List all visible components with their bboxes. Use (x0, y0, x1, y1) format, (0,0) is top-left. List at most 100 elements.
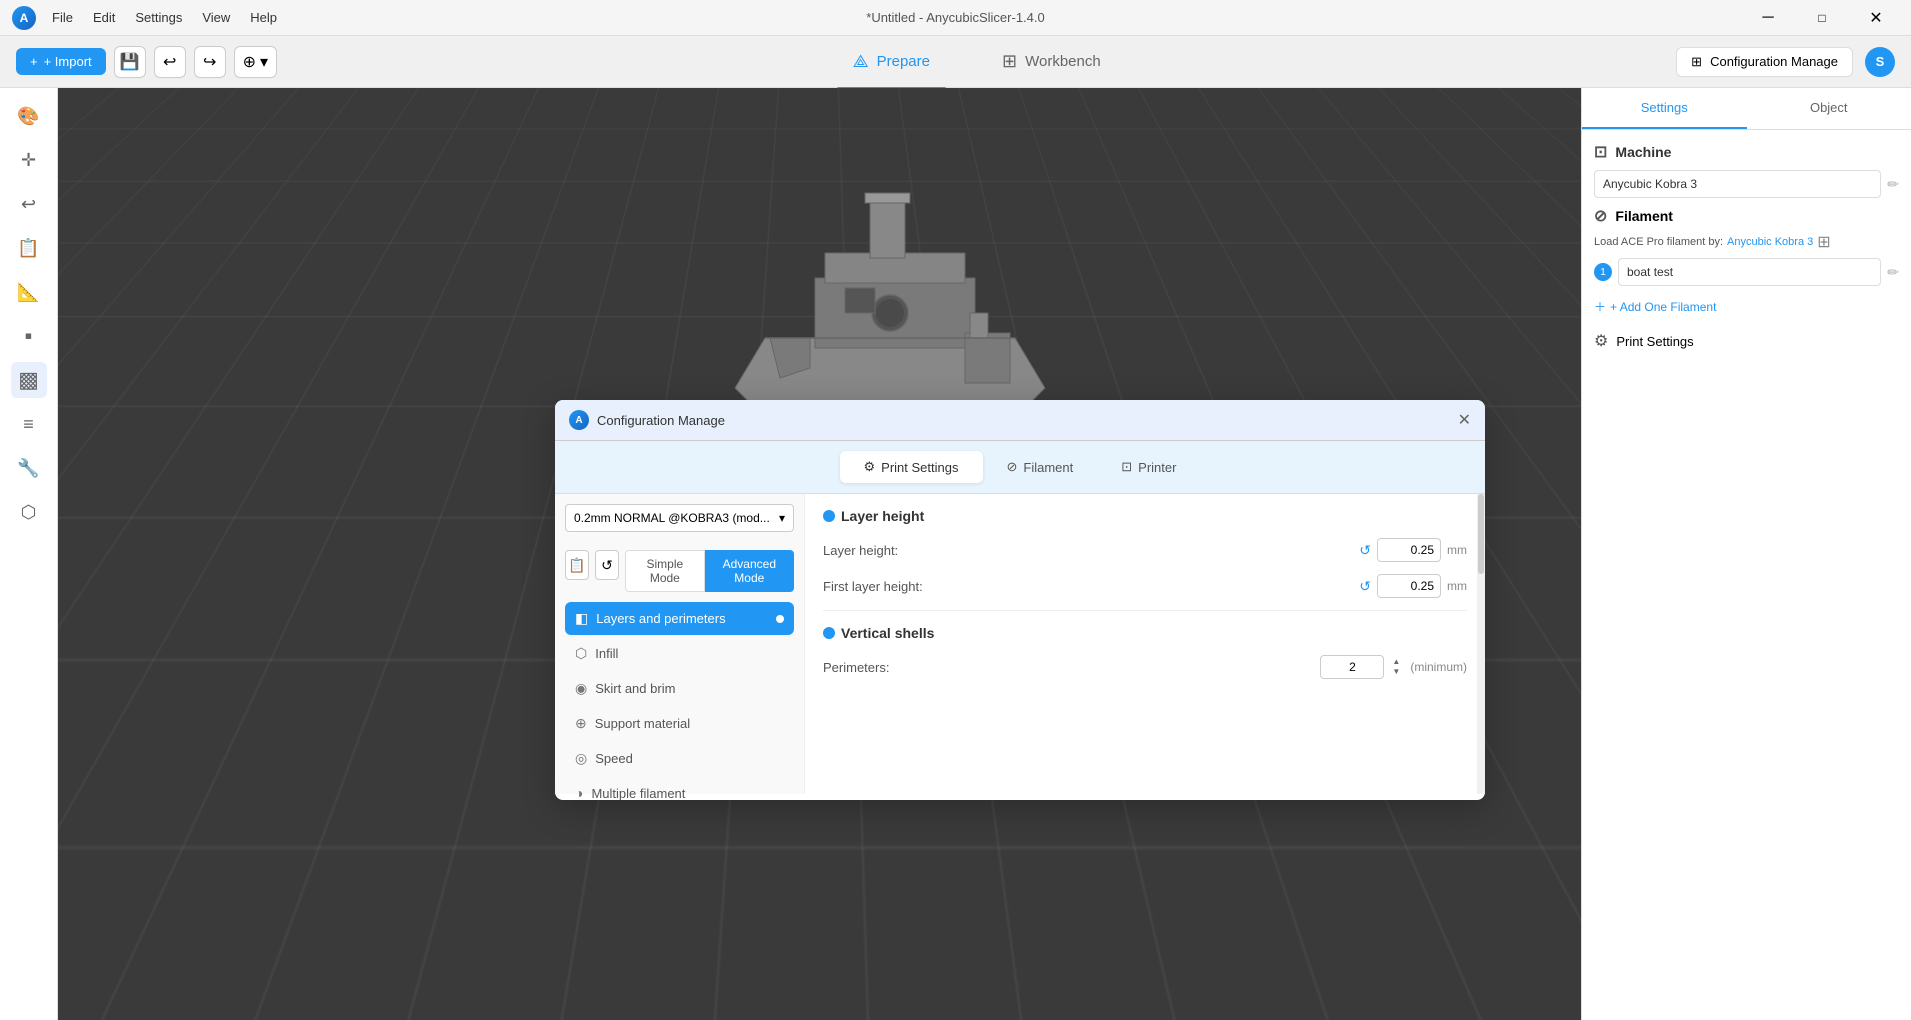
orientation-button[interactable]: ⊕ ▾ (234, 46, 277, 78)
save-button[interactable]: 💾 (114, 46, 146, 78)
filament-dropdown[interactable]: boat test (1618, 258, 1881, 286)
sidebar-move-icon[interactable]: ✛ (11, 142, 47, 178)
tab-object[interactable]: Object (1747, 88, 1911, 129)
layer-height-row: Layer height: ↺ mm (823, 538, 1467, 562)
import-button[interactable]: + + Import (16, 48, 106, 75)
import-label: + Import (44, 54, 92, 69)
tab-settings[interactable]: Settings (1582, 88, 1747, 129)
skirt-menu-label: Skirt and brim (595, 681, 675, 696)
orientation-dropdown-arrow: ▾ (260, 52, 268, 72)
menu-item-multifilament[interactable]: ◑ Multiple filament (565, 777, 794, 800)
printer-tab-label: Printer (1138, 460, 1176, 475)
ams-icon: ⊞ (1817, 232, 1830, 252)
workbench-icon: ⊞ (1002, 51, 1017, 72)
plus-icon: + (30, 54, 38, 69)
modal-tab-printer[interactable]: ⊡ Printer (1097, 451, 1200, 483)
menu-settings[interactable]: Settings (135, 10, 182, 25)
settings-menu: ◧ Layers and perimeters ⬡ Infill ◉ Skirt… (565, 602, 794, 800)
filament-label: Filament (1615, 208, 1673, 224)
modal-body: 0.2mm NORMAL @KOBRA3 (mod... ▾ 📋 ↺ Simpl… (555, 494, 1485, 794)
modal-tab-filament[interactable]: ⊘ Filament (983, 451, 1098, 483)
simple-mode-button[interactable]: Simple Mode (625, 550, 705, 592)
vertical-shells-title-label: Vertical shells (841, 625, 934, 641)
sidebar-hex-icon[interactable]: ⬡ (11, 494, 47, 530)
minimize-button[interactable]: ─ (1745, 4, 1791, 32)
section-dot-icon (823, 510, 835, 522)
maximize-button[interactable]: □ (1799, 4, 1845, 32)
perimeters-input[interactable] (1320, 655, 1384, 679)
modal-tab-print[interactable]: ⚙ Print Settings (840, 451, 983, 483)
close-button[interactable]: ✕ (1853, 4, 1899, 32)
titlebar: A File Edit Settings View Help *Untitled… (0, 0, 1911, 36)
sidebar-box-icon[interactable]: ▪ (11, 318, 47, 354)
plus-icon: ＋ (1594, 298, 1606, 315)
orientation-icon: ⊕ (243, 52, 256, 72)
refresh-profile-button[interactable]: ↺ (595, 550, 619, 580)
first-layer-height-input[interactable] (1377, 574, 1441, 598)
sidebar-paint-icon[interactable]: 🎨 (11, 98, 47, 134)
multifilament-icon: ◑ (575, 785, 583, 800)
multifilament-menu-label: Multiple filament (591, 786, 685, 801)
machine-edit-icon[interactable]: ✏ (1887, 176, 1899, 193)
tab-prepare[interactable]: ⟁ Prepare (837, 43, 946, 80)
print-settings-label: Print Settings (1616, 334, 1693, 349)
filament-ace-link[interactable]: Anycubic Kobra 3 (1727, 236, 1813, 248)
speed-menu-label: Speed (595, 751, 633, 766)
vertical-shells-section-title: Vertical shells (823, 625, 1467, 641)
configuration-modal: A Configuration Manage ✕ ⚙ Print Setting… (555, 400, 1485, 800)
menu-item-speed[interactable]: ◎ Speed (565, 742, 794, 775)
layer-height-title-label: Layer height (841, 508, 924, 524)
main-toolbar: + + Import 💾 ↩ ↪ ⊕ ▾ ⟁ Prepare ⊞ Workben… (0, 36, 1911, 88)
menu-bar: File Edit Settings View Help (52, 10, 277, 25)
menu-edit[interactable]: Edit (93, 10, 115, 25)
titlebar-left: A File Edit Settings View Help (12, 6, 277, 30)
menu-item-support[interactable]: ⊕ Support material (565, 707, 794, 740)
machine-dropdown[interactable]: Anycubic Kobra 3 (1594, 170, 1881, 198)
menu-item-layers[interactable]: ◧ Layers and perimeters (565, 602, 794, 635)
layer-height-unit: mm (1447, 543, 1467, 557)
sidebar-rotate-icon[interactable]: ↩ (11, 186, 47, 222)
sidebar-copy-icon[interactable]: 📋 (11, 230, 47, 266)
sidebar-scale-icon[interactable]: 📐 (11, 274, 47, 310)
modal-close-button[interactable]: ✕ (1458, 410, 1471, 430)
layer-height-reset-icon[interactable]: ↺ (1359, 542, 1371, 559)
perimeters-stepper[interactable]: ▲ ▼ (1392, 657, 1400, 676)
menu-help[interactable]: Help (250, 10, 277, 25)
stepper-up[interactable]: ▲ (1392, 657, 1400, 667)
section-dot-icon-2 (823, 627, 835, 639)
left-sidebar: 🎨 ✛ ↩ 📋 📐 ▪ ▩ ≡ 🔧 ⬡ (0, 88, 58, 1020)
configuration-manage-button[interactable]: ⊞ Configuration Manage (1676, 47, 1853, 77)
prepare-label: Prepare (877, 53, 930, 70)
profile-dropdown[interactable]: 0.2mm NORMAL @KOBRA3 (mod... ▾ (565, 504, 794, 532)
layer-height-input[interactable] (1377, 538, 1441, 562)
user-avatar[interactable]: S (1865, 47, 1895, 77)
stepper-down[interactable]: ▼ (1392, 667, 1400, 677)
sidebar-grid-icon[interactable]: ▩ (11, 362, 47, 398)
menu-view[interactable]: View (202, 10, 230, 25)
filament-header: ⊘ Filament (1594, 206, 1899, 226)
copy-profile-button[interactable]: 📋 (565, 550, 589, 580)
menu-item-infill[interactable]: ⬡ Infill (565, 637, 794, 670)
filament-edit-icon[interactable]: ✏ (1887, 264, 1899, 281)
sidebar-layers-icon[interactable]: ≡ (11, 406, 47, 442)
first-layer-reset-icon[interactable]: ↺ (1359, 578, 1371, 595)
undo-button[interactable]: ↩ (154, 46, 186, 78)
filament-tab-label: Filament (1023, 460, 1073, 475)
modal-title: Configuration Manage (597, 413, 1458, 428)
support-menu-label: Support material (595, 716, 690, 731)
tab-workbench[interactable]: ⊞ Workbench (986, 43, 1117, 80)
filament-row: 1 boat test ✏ (1594, 258, 1899, 286)
filament-icon: ⊘ (1594, 206, 1607, 226)
advanced-mode-button[interactable]: Advanced Mode (705, 550, 794, 592)
app-logo: A (12, 6, 36, 30)
menu-file[interactable]: File (52, 10, 73, 25)
modal-right-panel: Layer height Layer height: ↺ mm First la… (805, 494, 1485, 794)
modal-header: A Configuration Manage ✕ (555, 400, 1485, 441)
printer-tab-icon: ⊡ (1121, 459, 1132, 475)
active-dot (776, 615, 784, 623)
sidebar-support-icon[interactable]: 🔧 (11, 450, 47, 486)
menu-item-skirt[interactable]: ◉ Skirt and brim (565, 672, 794, 705)
scrollbar-thumb[interactable] (1478, 494, 1484, 574)
redo-button[interactable]: ↪ (194, 46, 226, 78)
add-filament-button[interactable]: ＋ + Add One Filament (1594, 294, 1899, 319)
